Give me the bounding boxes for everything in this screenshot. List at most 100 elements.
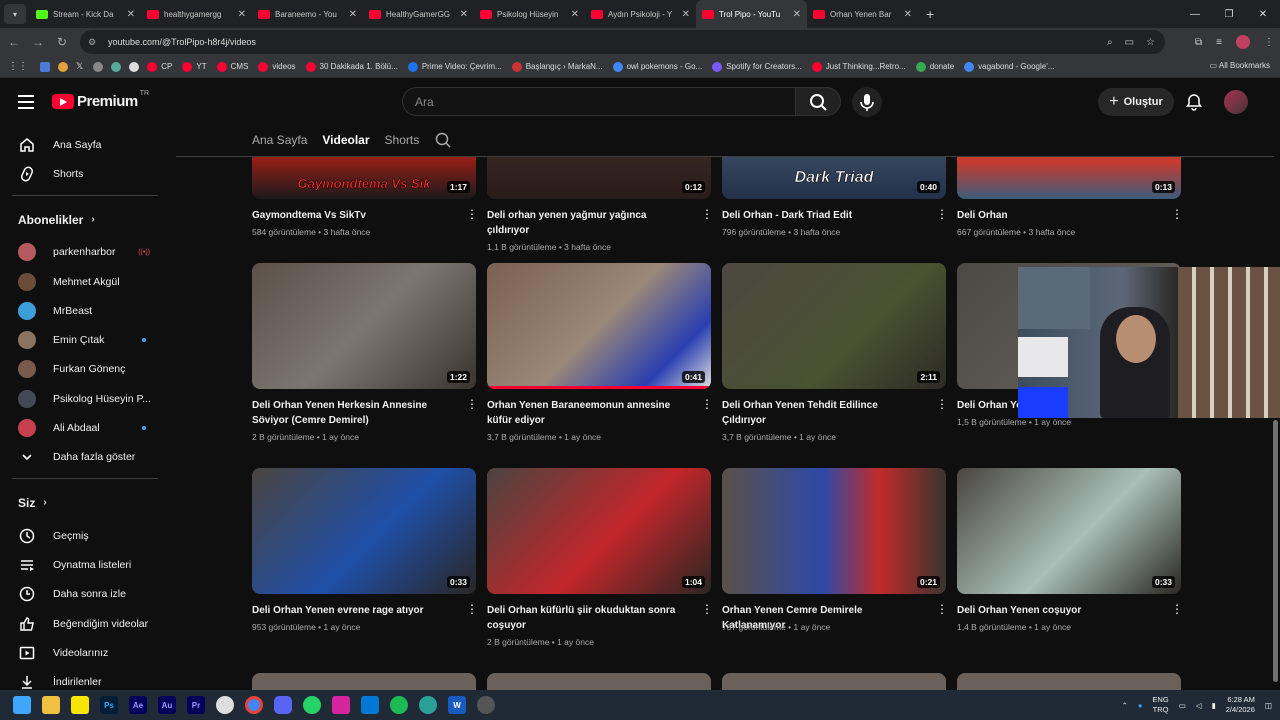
forward-button[interactable]: → [26,35,50,49]
more-actions-icon[interactable]: ⋮ [936,603,948,615]
search-button[interactable] [795,87,841,116]
bookmark-item[interactable]: owl pokemons - Go... [612,61,702,72]
video-title[interactable]: Gaymondtema Vs SikTv [252,209,452,224]
video-title[interactable]: Deli Orhan Yenen Tehdit Edilince Çıldırı… [722,399,922,428]
video-thumbnail[interactable]: 1:22 [252,263,476,389]
bookmark-item[interactable]: donate [915,61,954,72]
bookmark-item[interactable]: Spotify for Creators... [712,61,802,72]
photoshop-icon[interactable]: Ps [100,696,118,714]
bookmark-item[interactable]: YT [182,61,207,72]
notification-center-icon[interactable]: ◫ [1265,701,1272,710]
video-thumbnail[interactable] [252,673,476,690]
x-icon[interactable]: 𝕏 [76,61,83,72]
video-title[interactable]: Deli Orhan [957,209,1157,224]
settings-icon[interactable] [477,696,495,714]
video-title[interactable]: Deli orhan yenen yağmur yağınca çıldırıy… [487,209,687,238]
sidebar-item-history[interactable]: Geçmiş [0,521,170,550]
menu-icon[interactable] [18,95,34,109]
subscription-item[interactable]: Ali Abdaal [0,413,170,442]
extensions-icon[interactable]: ⧉ [1195,37,1202,48]
video-thumbnail[interactable]: 1:04 [487,468,711,594]
more-actions-icon[interactable]: ⋮ [701,398,713,410]
sidebar-item-liked[interactable]: Beğendiğim videolar [0,609,170,638]
close-tab-icon[interactable]: ✕ [904,9,912,20]
sidebar-item-playlists[interactable]: Oynatma listeleri [0,550,170,579]
video-thumbnail[interactable]: 0:21 [722,468,946,594]
search-input[interactable]: Ara [402,87,795,116]
more-actions-icon[interactable]: ⋮ [1171,208,1183,220]
page-scrollbar[interactable] [1273,420,1278,682]
video-title[interactable]: Deli Orhan Yenen evrene rage atıyor [252,604,452,619]
windows-start-icon[interactable] [13,696,31,714]
profile-avatar[interactable] [1236,35,1250,49]
instagram-icon[interactable] [332,696,350,714]
site-info-icon[interactable]: ⚙ [88,37,100,48]
subscription-item[interactable]: Furkan Gönenç [0,355,170,384]
more-actions-icon[interactable]: ⋮ [701,603,713,615]
more-actions-icon[interactable]: ⋮ [466,208,478,220]
browser-tab[interactable]: Aydın Psikoloji - Y ✕ [585,0,696,28]
video-title[interactable]: Orhan Yenen Baraneemonun annesine küfür … [487,399,687,428]
browser-tab[interactable]: Orhan Yenen Bar ✕ [807,0,918,28]
tab-search-button[interactable]: ▾ [4,4,26,24]
bookmark-item[interactable]: vagabond - Google'... [964,61,1054,72]
new-tab-button[interactable]: + [918,6,942,22]
mic-tray-icon[interactable]: ● [1138,701,1143,710]
close-tab-icon[interactable]: ✕ [571,9,579,20]
sidebar-item-shorts[interactable]: Shorts [0,159,170,188]
github-icon[interactable] [129,61,140,72]
outlook-icon[interactable] [361,696,379,714]
more-actions-icon[interactable]: ⋮ [466,603,478,615]
network-icon[interactable]: ▭ [1179,701,1186,710]
reload-button[interactable]: ↻ [50,35,74,49]
you-header[interactable]: Siz › [0,485,170,521]
sticky-notes-icon[interactable] [71,696,89,714]
close-tab-icon[interactable]: ✕ [460,9,468,20]
more-actions-icon[interactable]: ⋮ [1171,603,1183,615]
browser-tab[interactable]: Trol Pipo - YouTu ✕ [696,0,807,28]
sidebar-item-home[interactable]: Ana Sayfa [0,130,170,159]
tray-expand-icon[interactable]: ⌃ [1122,701,1128,710]
video-title[interactable]: Deli Orhan küfürlü şiir okuduktan sonra … [487,604,687,633]
subscriptions-header[interactable]: Abonelikler › [0,202,170,238]
audition-icon[interactable]: Au [158,696,176,714]
bookmark-item[interactable]: Başlangıç › MarkaN... [511,61,603,72]
more-actions-icon[interactable]: ⋮ [701,208,713,220]
bookmark-item[interactable]: videos [258,61,296,72]
video-title[interactable]: Deli Orhan - Dark Triad Edit [722,209,922,224]
sidebar-item-your-videos[interactable]: Videolarınız [0,638,170,667]
language-indicator[interactable]: ENG TRQ [1152,695,1168,715]
bookmark-icon-1[interactable] [40,61,50,72]
volume-icon[interactable]: ◁ [1196,701,1202,710]
bookmark-item[interactable]: CP [147,61,172,72]
bookmark-star-icon[interactable]: ☆ [1146,37,1155,48]
globe-icon[interactable] [419,696,437,714]
subscription-item[interactable]: Mehmet Akgül [0,267,170,296]
close-tab-icon[interactable]: ✕ [238,9,246,20]
browser-tab[interactable]: Psikolog Hüseyin ✕ [474,0,585,28]
video-thumbnail[interactable] [722,673,946,690]
bookmark-item[interactable]: CMS [216,61,248,72]
browser-tab[interactable]: healthygamergg ✕ [141,0,252,28]
video-thumbnail[interactable]: 0:41 [487,263,711,389]
back-button[interactable]: ← [2,35,26,49]
notifications-button[interactable] [1184,92,1204,112]
more-actions-icon[interactable]: ⋮ [936,208,948,220]
apps-icon[interactable]: ⋮⋮ [8,61,28,72]
video-thumbnail[interactable]: 2:11 [722,263,946,389]
all-bookmarks[interactable]: ▭ All Bookmarks [1210,61,1270,70]
cast-icon[interactable]: ▭ [1125,37,1134,48]
battery-icon[interactable]: ▮ [1212,701,1216,710]
subscription-item[interactable]: parkenharbor ((•)) [0,238,170,267]
spotify-icon[interactable] [390,696,408,714]
create-button[interactable]: + Oluştur [1098,88,1174,116]
video-thumbnail[interactable] [487,673,711,690]
close-tab-icon[interactable]: ✕ [793,9,801,20]
close-window-button[interactable]: ✕ [1246,0,1280,28]
sidebar-item-watch-later[interactable]: Daha sonra izle [0,580,170,609]
restore-button[interactable]: ❐ [1212,0,1246,28]
subscription-item[interactable]: Psikolog Hüseyin P... [0,384,170,413]
browser-menu-icon[interactable]: ⋮ [1264,37,1274,48]
bookmark-icon-4[interactable] [111,61,122,72]
channel-search-button[interactable] [434,124,452,157]
